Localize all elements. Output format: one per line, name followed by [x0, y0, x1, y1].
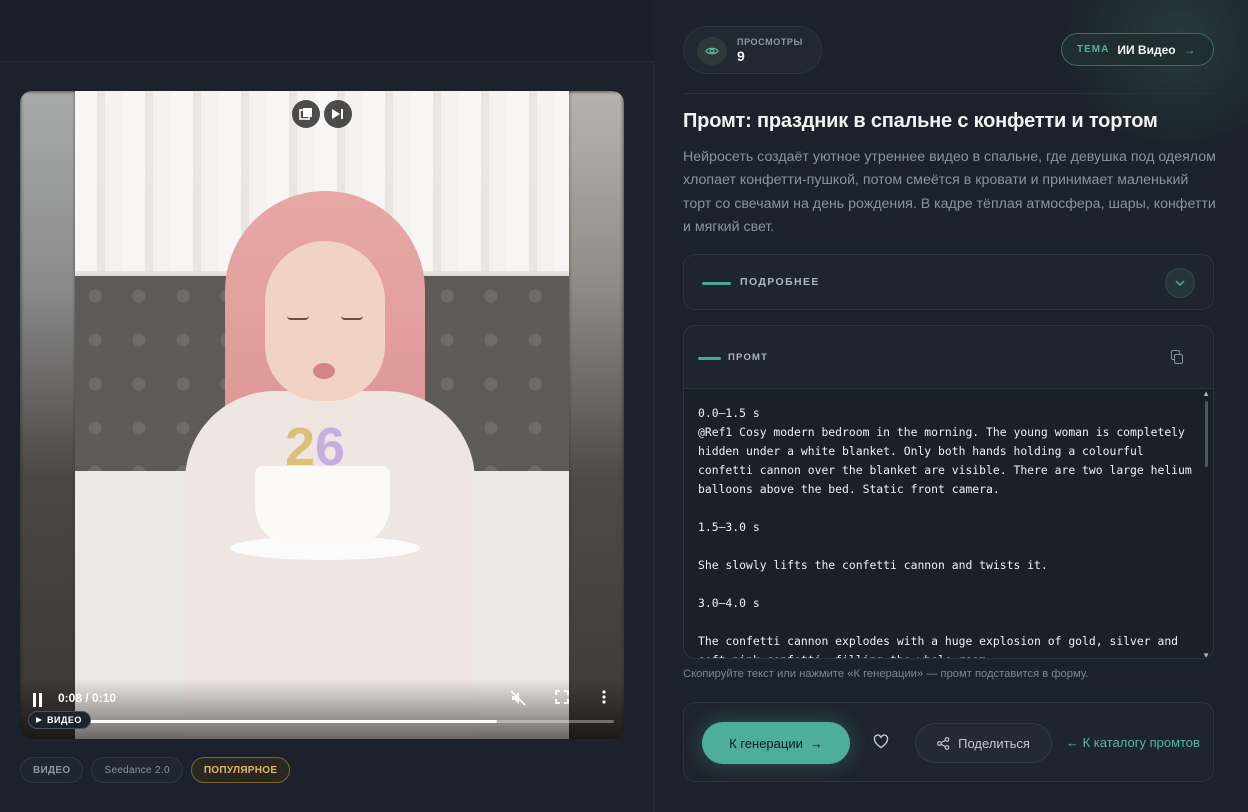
video-blur-right	[568, 91, 624, 739]
scroll-down-icon[interactable]: ▼	[1202, 651, 1210, 658]
video-frame: 26	[75, 91, 569, 739]
play-small-icon	[36, 717, 42, 723]
candle-digit-6: 6	[315, 417, 346, 477]
eye-right	[341, 316, 363, 320]
prompt-text: 0.0–1.5 s @Ref1 Cosy modern bedroom in t…	[698, 406, 1192, 658]
share-icon	[937, 736, 950, 750]
tag-model[interactable]: Seedance 2.0	[91, 757, 183, 783]
heart-icon[interactable]	[873, 734, 891, 752]
video-blur-left	[20, 91, 76, 739]
skip-next-icon[interactable]	[324, 100, 352, 128]
cake	[255, 466, 390, 546]
mute-icon[interactable]	[510, 690, 526, 709]
header-divider	[683, 93, 1214, 94]
arrow-right-icon: →	[809, 735, 823, 751]
tag-list: ВИДЕО Seedance 2.0 ПОПУЛЯРНОЕ	[20, 757, 291, 783]
picture-in-picture-icon[interactable]	[292, 100, 320, 128]
copy-icon[interactable]	[1171, 350, 1183, 364]
arrow-right-icon: →	[1183, 42, 1196, 57]
tag-video[interactable]: ВИДЕО	[20, 757, 84, 783]
eye-left	[287, 316, 309, 320]
prompt-card: ПРОМТ 0.0–1.5 s @Ref1 Cosy modern bedroo…	[683, 325, 1214, 659]
accent-bar	[698, 357, 721, 360]
chevron-down-icon[interactable]	[1165, 268, 1195, 298]
action-bar: К генерации → Поделиться ← К каталогу пр…	[683, 702, 1214, 782]
tag-popular[interactable]: ПОПУЛЯРНОЕ	[190, 757, 291, 783]
video-controls: 0:08 / 0:10 ВИДЕО	[20, 679, 624, 739]
page-description: Нейросеть создаёт уютное утреннее видео …	[683, 149, 1216, 236]
video-badge-label: ВИДЕО	[47, 715, 82, 725]
video-time: 0:08 / 0:10	[58, 691, 117, 705]
video-player[interactable]: 26 0:08 / 0:10 ВИДЕО	[20, 91, 624, 739]
accent-bar	[702, 282, 731, 285]
fullscreen-icon[interactable]	[555, 690, 569, 707]
face	[265, 241, 385, 401]
video-badge: ВИДЕО	[28, 711, 91, 729]
candles: 26	[285, 416, 345, 478]
theme-value: ИИ Видео	[1117, 42, 1176, 57]
share-label: Поделиться	[958, 735, 1030, 751]
views-value: 9	[737, 48, 745, 64]
video-progress-bar[interactable]	[30, 720, 614, 723]
more-options-icon[interactable]	[602, 690, 606, 707]
details-accordion[interactable]: ПОДРОБНЕЕ	[683, 254, 1214, 310]
prompt-label: ПРОМТ	[728, 352, 769, 363]
lips	[313, 363, 335, 379]
generate-button[interactable]: К генерации →	[702, 722, 850, 764]
eye-icon	[697, 37, 727, 65]
views-stat: ПРОСМОТРЫ 9	[683, 26, 822, 74]
copy-hint: Скопируйте текст или нажмите «К генераци…	[683, 668, 1089, 680]
scroll-up-icon[interactable]: ▲	[1202, 389, 1210, 398]
share-button[interactable]: Поделиться	[915, 723, 1052, 763]
catalog-link[interactable]: ← К каталогу промтов	[1066, 735, 1200, 750]
left-top-band	[0, 0, 654, 62]
theme-link[interactable]: ТЕМА ИИ Видео →	[1061, 33, 1214, 66]
views-label: ПРОСМОТРЫ	[737, 37, 803, 47]
video-progress-fill	[30, 720, 498, 723]
candle-digit-2: 2	[285, 417, 316, 477]
scrollbar-thumb[interactable]	[1205, 401, 1208, 467]
page-title: Промт: праздник в спальне с конфетти и т…	[683, 110, 1158, 132]
details-label: ПОДРОБНЕЕ	[740, 276, 820, 288]
generate-label: К генерации	[729, 735, 803, 751]
theme-key: ТЕМА	[1077, 44, 1110, 55]
pause-icon[interactable]	[32, 693, 44, 707]
column-divider	[653, 62, 654, 812]
prompt-text-area[interactable]: 0.0–1.5 s @Ref1 Cosy modern bedroom in t…	[684, 388, 1213, 658]
